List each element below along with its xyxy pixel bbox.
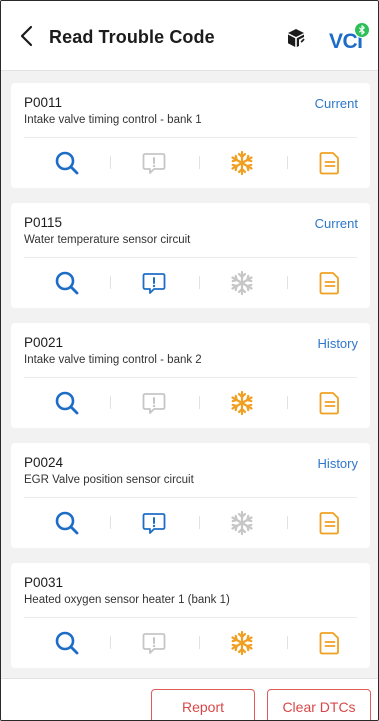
dtc-code: P0115 [24,215,63,230]
info-message-icon[interactable] [141,270,167,296]
search-icon[interactable] [54,630,80,656]
dtc-card: P0115 Water temperature sensor circuit C… [11,203,370,308]
dtc-status: Current [314,216,358,231]
separator [287,396,288,409]
dtc-actions [11,498,370,548]
report-button[interactable]: Report [151,689,255,720]
dtc-actions [11,618,370,668]
bluetooth-icon [354,22,370,38]
separator [199,396,200,409]
footer-bar: Report Clear DTCs [1,678,378,720]
dtc-card: P0011 Intake valve timing control - bank… [11,83,370,188]
separator [110,516,111,529]
search-icon[interactable] [54,510,80,536]
info-message-icon[interactable] [141,630,167,656]
freeze-frame-icon[interactable] [229,270,255,296]
search-icon[interactable] [54,390,80,416]
dtc-card: P0021 Intake valve timing control - bank… [11,323,370,428]
separator [199,636,200,649]
separator [110,636,111,649]
header-bar: Read Trouble Code VCI [1,1,378,71]
freeze-frame-icon[interactable] [229,630,255,656]
clear-dtcs-button[interactable]: Clear DTCs [267,689,371,720]
separator [287,636,288,649]
dtc-card: P0031 Heated oxygen sensor heater 1 (ban… [11,563,370,668]
dtc-status: History [317,456,358,471]
box-icon[interactable] [285,27,307,49]
separator [287,276,288,289]
dtc-code: P0031 [24,575,64,590]
search-icon[interactable] [54,270,80,296]
dtc-actions [11,258,370,308]
separator [287,156,288,169]
dtc-description: Heated oxygen sensor heater 1 (bank 1) [24,594,230,606]
dtc-code: P0021 [24,335,64,350]
separator [199,516,200,529]
separator [287,516,288,529]
page-title: Read Trouble Code [49,27,215,47]
separator [110,156,111,169]
chevron-left-icon[interactable] [19,25,35,47]
separator [110,276,111,289]
dtc-status: Current [314,96,358,111]
report-document-icon[interactable] [317,390,343,416]
dtc-card: P0024 EGR Valve position sensor circuit … [11,443,370,548]
report-document-icon[interactable] [317,510,343,536]
report-document-icon[interactable] [317,150,343,176]
search-icon[interactable] [54,150,80,176]
dtc-code: P0011 [24,95,63,110]
freeze-frame-icon[interactable] [229,510,255,536]
info-message-icon[interactable] [141,390,167,416]
freeze-frame-icon[interactable] [229,390,255,416]
info-message-icon[interactable] [141,510,167,536]
dtc-actions [11,378,370,428]
info-message-icon[interactable] [141,150,167,176]
app-frame: Read Trouble Code VCI P0011 Intake valve… [0,0,379,721]
freeze-frame-icon[interactable] [229,150,255,176]
separator [199,276,200,289]
vci-status[interactable]: VCI [329,22,370,55]
separator [110,396,111,409]
dtc-description: Intake valve timing control - bank 2 [24,354,202,366]
dtc-description: Water temperature sensor circuit [24,234,191,246]
dtc-actions [11,138,370,188]
dtc-description: Intake valve timing control - bank 1 [24,114,202,126]
report-document-icon[interactable] [317,630,343,656]
dtc-code: P0024 [24,455,64,470]
separator [199,156,200,169]
report-document-icon[interactable] [317,270,343,296]
dtc-description: EGR Valve position sensor circuit [24,474,194,486]
dtc-status: History [317,336,358,351]
